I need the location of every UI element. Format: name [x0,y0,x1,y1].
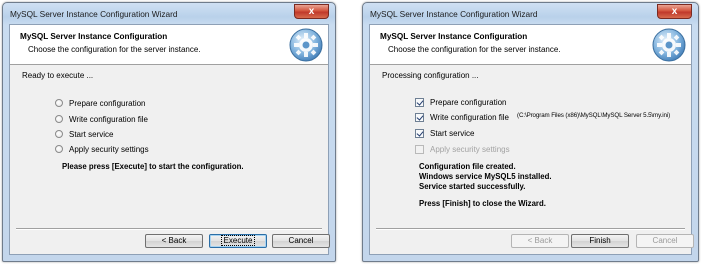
dialog-body: MySQL Server Instance Configuration Choo… [369,24,694,255]
footer-divider [376,228,685,230]
footer-divider [16,228,322,230]
step-radio-icon [55,130,63,138]
finish-button-label: Finish [589,236,611,245]
step-checked-icon [415,112,424,122]
dialog-header: MySQL Server Instance Configuration Choo… [370,25,691,65]
step-security: Apply security settings [55,143,149,155]
step-label: Prepare configuration [69,98,146,108]
close-button[interactable]: x [657,4,692,19]
status-text: Processing configuration ... [382,71,479,80]
step-label: Prepare configuration [430,97,507,107]
step-label: Write configuration file [69,114,148,124]
step-radio-icon [55,145,63,153]
status-text: Ready to execute ... [22,71,94,80]
dialog-header: MySQL Server Instance Configuration Choo… [10,25,328,65]
window-title: MySQL Server Instance Configuration Wiza… [370,9,538,19]
step-label: Apply security settings [430,144,510,154]
step-checked-icon [415,97,424,107]
step-checked-icon [415,128,424,138]
instruction-text: Please press [Execute] to start the conf… [62,162,244,171]
cancel-button[interactable]: Cancel [636,234,694,248]
mysql-gear-icon [289,28,323,62]
cancel-button-label: Cancel [288,236,314,245]
back-button[interactable]: < Back [145,234,203,248]
close-icon: x [308,6,315,17]
wizard-window-ready: MySQL Server Instance Configuration Wiza… [2,2,336,262]
step-label: Apply security settings [69,144,149,154]
title-bar[interactable]: MySQL Server Instance Configuration Wiza… [3,3,335,23]
step-unchecked-icon [415,144,424,154]
wizard-window-processing: MySQL Server Instance Configuration Wiza… [362,2,699,262]
step-write: Write configuration file [55,113,148,125]
cancel-button-label: Cancel [652,236,678,245]
config-file-path: (C:\Program Files (x86)\MySQL\MySQL Serv… [517,112,671,119]
back-button-label: < Back [161,236,187,245]
result-message: Configuration file created. [419,162,516,171]
execute-button[interactable]: Execute [209,234,267,248]
finish-button[interactable]: Finish [571,234,629,248]
back-button[interactable]: < Back [511,234,569,248]
header-title: MySQL Server Instance Configuration [20,32,168,41]
step-radio-icon [55,115,63,123]
instruction-text: Press [Finish] to close the Wizard. [419,199,546,208]
header-title: MySQL Server Instance Configuration [380,32,528,41]
step-start: Start service [55,128,113,140]
step-write: Write configuration file (C:\Program Fil… [415,111,670,123]
step-prepare: Prepare configuration [55,97,146,109]
step-radio-icon [55,99,63,107]
step-prepare: Prepare configuration [415,96,507,108]
window-title: MySQL Server Instance Configuration Wiza… [10,9,178,19]
dialog-body: MySQL Server Instance Configuration Choo… [9,24,330,255]
execute-button-label: Execute [220,235,256,246]
close-icon: x [671,6,678,17]
step-security: Apply security settings [415,143,510,155]
title-bar[interactable]: MySQL Server Instance Configuration Wiza… [363,3,698,23]
result-message: Service started successfully. [419,182,526,191]
mysql-gear-icon [652,28,686,62]
result-message: Windows service MySQL5 installed. [419,172,552,181]
header-subtitle: Choose the configuration for the server … [28,45,201,54]
back-button-label: < Back [527,236,553,245]
header-subtitle: Choose the configuration for the server … [388,45,561,54]
cancel-button[interactable]: Cancel [272,234,330,248]
close-button[interactable]: x [294,4,329,19]
step-label: Start service [69,129,114,139]
step-label: Write configuration file [430,112,509,122]
step-start: Start service [415,127,474,139]
step-label: Start service [430,128,475,138]
